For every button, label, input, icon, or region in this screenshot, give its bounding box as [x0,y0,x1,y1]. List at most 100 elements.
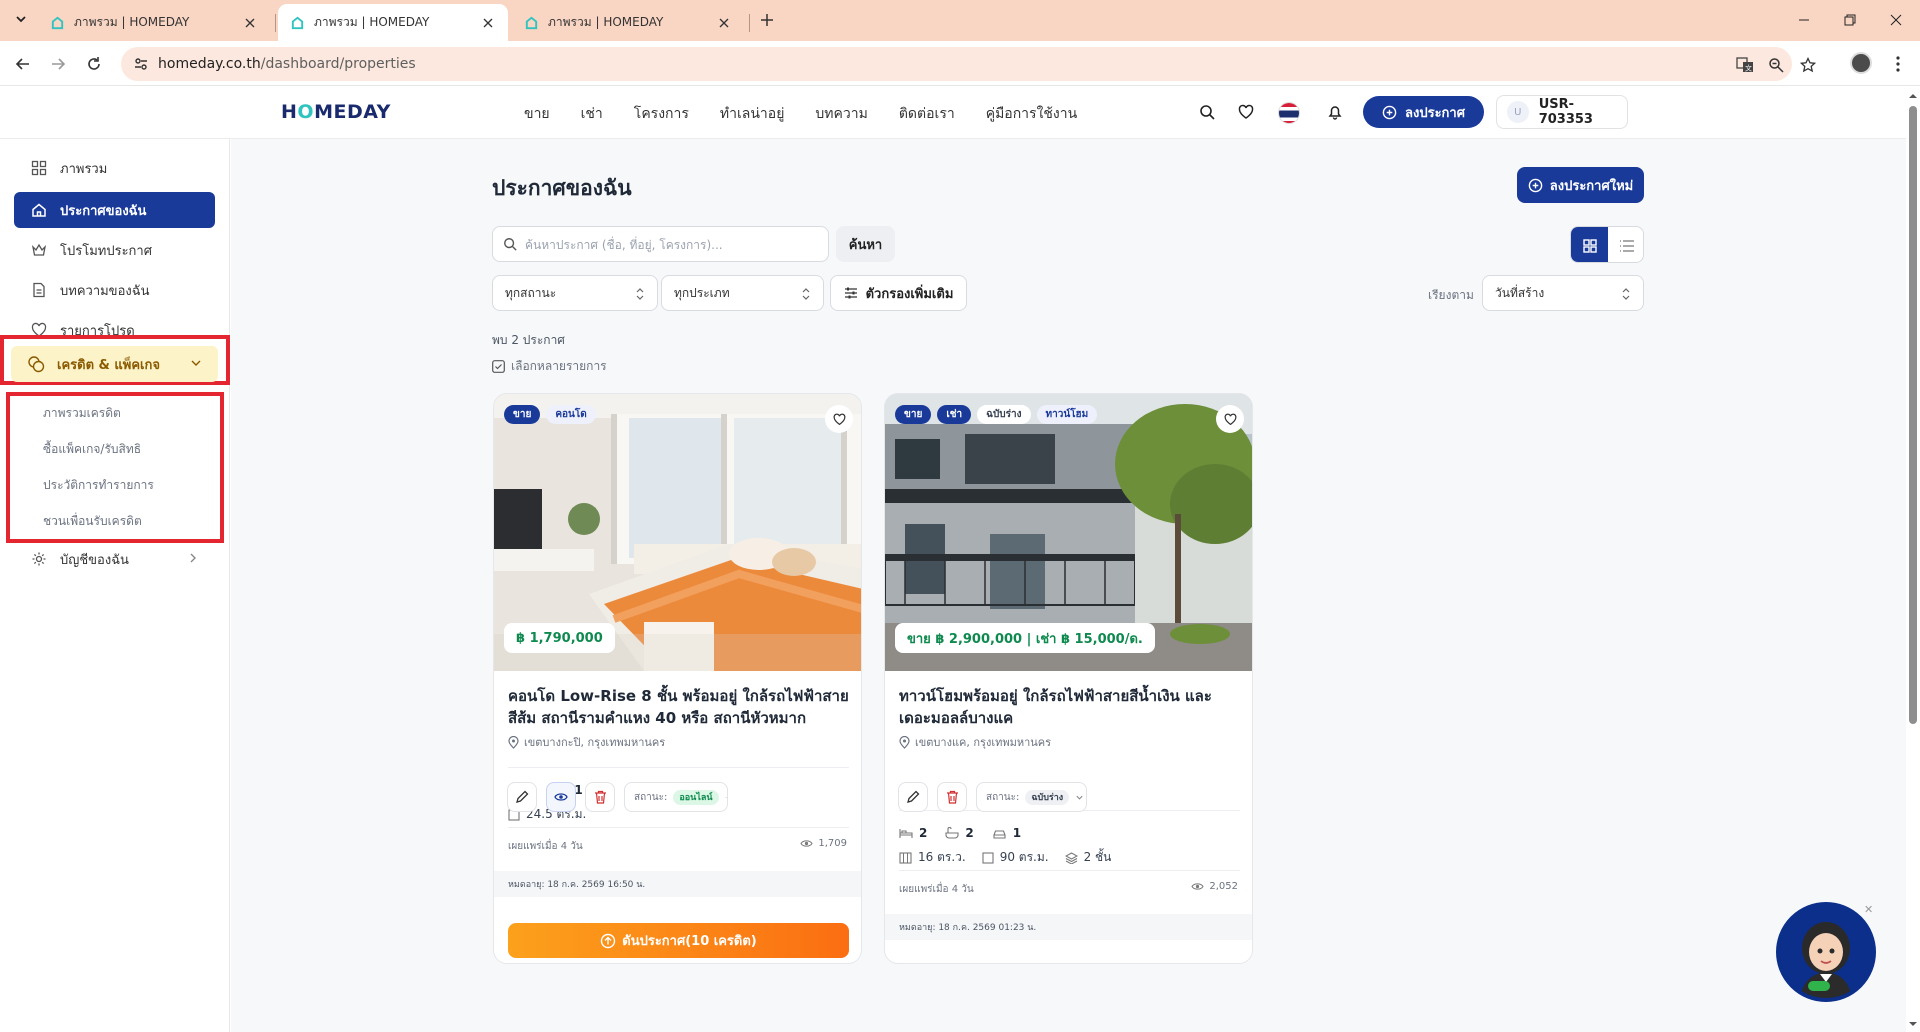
grid-view-button[interactable] [1571,227,1608,262]
credit-submenu-overview[interactable]: ภาพรวมเครดิต [43,404,121,423]
page-title: ประกาศของฉัน [492,176,632,200]
translate-icon[interactable]: 文 [1735,55,1755,75]
logo-letter-o: O [297,101,315,123]
bookmark-star-icon[interactable] [1798,55,1818,75]
nav-projects[interactable]: โครงการ [634,103,689,125]
heart-icon[interactable] [1235,101,1257,123]
document-icon [30,281,48,299]
expiry-date: หมดอายุ: 18 ก.ค. 2569 16:50 น. [494,871,861,897]
search-input[interactable] [525,234,820,256]
credit-submenu-buy-package[interactable]: ซื้อแพ็คเกจ/รับสิทธิ [43,440,141,459]
map-pin-icon [899,735,910,749]
more-filters-button[interactable]: ตัวกรองเพิ่มเติม [830,275,967,311]
restore-button[interactable] [1827,8,1873,32]
address-bar[interactable]: homeday.co.th/dashboard/properties 文 [121,47,1816,81]
tab-close-icon[interactable] [480,15,496,31]
edit-button[interactable] [507,782,537,812]
status-select[interactable]: สถานะ: ออนไลน์ [624,782,728,812]
sidebar-item-my-articles[interactable]: บทความของฉัน [14,272,215,308]
thai-flag-icon[interactable] [1278,102,1300,124]
reload-button[interactable] [81,51,107,77]
new-tab-button[interactable] [757,10,777,30]
homeday-favicon-icon [291,16,304,30]
list-view-button[interactable] [1608,227,1643,262]
svg-text:文: 文 [1745,64,1752,73]
page-scrollbar[interactable] [1906,88,1920,1032]
card-divider [508,767,849,768]
browser-menu-button[interactable] [1885,51,1911,77]
site-info-icon[interactable] [133,56,149,72]
minimize-button[interactable] [1781,8,1827,32]
chat-close-icon[interactable]: ✕ [1864,903,1873,916]
sidebar-item-my-account[interactable]: บัญชีของฉัน [14,541,215,577]
pencil-icon [907,790,920,803]
parking-count: 1 [1012,826,1022,840]
tab-search-button[interactable] [10,8,32,30]
bath-icon [945,827,959,839]
post-listing-label: ลงประกาศ [1405,105,1465,121]
status-filter-value: ทุกสถานะ [505,285,557,300]
scroll-down-icon[interactable] [1906,1018,1920,1030]
nav-guide[interactable]: คู่มือการใช้งาน [986,103,1077,125]
home-icon [30,201,48,219]
credit-submenu-invite-friends[interactable]: ชวนเพื่อนรับเครดิต [43,512,142,531]
bell-icon[interactable] [1324,101,1346,123]
chat-assistant-button[interactable] [1776,902,1876,1002]
credit-submenu-history[interactable]: ประวัติการทำรายการ [43,476,154,495]
search-icon[interactable] [1196,101,1218,123]
view-toggle [1570,226,1644,263]
forward-button[interactable] [45,51,71,77]
profile-avatar-icon[interactable] [1850,52,1872,74]
sidebar-item-credit-packages[interactable]: เครดิต & แพ็คเกจ [11,346,218,382]
multi-select-toggle[interactable]: เลือกหลายรายการ [492,357,607,376]
nav-articles[interactable]: บทความ [815,103,867,125]
edit-button[interactable] [898,782,928,812]
nav-locations[interactable]: ทำเลน่าอยู่ [720,103,785,125]
sort-select[interactable]: วันที่สร้าง [1482,275,1644,311]
type-filter-select[interactable]: ทุกประเภท [661,275,824,311]
view-count-value: 1,709 [818,838,847,849]
browser-tab-2[interactable]: ภาพรวม | HOMEDAY [278,4,508,41]
close-window-button[interactable] [1873,8,1919,32]
chevron-down-icon [724,796,727,798]
gear-icon [30,550,48,568]
new-listing-button[interactable]: ลงประกาศใหม่ [1517,167,1644,203]
scroll-up-icon[interactable] [1906,90,1920,102]
listing-photo-townhome-exterior[interactable]: ขาย เช่า ฉบับร่าง ทาวน์โฮม ขาย ฿ 2,900,0… [885,394,1252,671]
zoom-icon[interactable] [1766,55,1786,75]
search-button[interactable]: ค้นหา [836,226,895,262]
boost-listing-button[interactable]: ดันประกาศ(10 เครดิต) [508,923,849,958]
sidebar-item-overview[interactable]: ภาพรวม [14,150,215,186]
badge-condo: คอนโด [546,405,596,424]
nav-sale[interactable]: ขาย [524,103,550,125]
homeday-logo[interactable]: HOMEDAY [281,101,391,123]
favorite-button[interactable] [1216,405,1244,433]
nav-rent[interactable]: เช่า [581,103,603,125]
scrollbar-thumb[interactable] [1909,106,1917,724]
sidebar-item-promote[interactable]: โปรโมทประกาศ [14,232,215,268]
new-listing-label: ลงประกาศใหม่ [1549,178,1634,194]
nav-contact[interactable]: ติดต่อเรา [899,103,955,125]
logo-letters-meday: MEDAY [314,101,391,123]
sliders-icon [844,287,857,299]
listing-photo-condo-bedroom[interactable]: ขาย คอนโด ฿ 1,790,000 [494,394,861,671]
updown-chevron-icon [802,288,810,300]
preview-button[interactable] [546,782,576,812]
status-filter-select[interactable]: ทุกสถานะ [492,275,658,311]
user-menu[interactable]: U USR-703353 [1496,95,1628,129]
back-button[interactable] [10,51,36,77]
listing-title[interactable]: ทาวน์โฮมพร้อมอยู่ ใกล้รถไฟฟ้าสายสีน้ำเงิ… [899,685,1242,729]
badge-townhome: ทาวน์โฮม [1036,405,1098,424]
browser-tab-3[interactable]: ภาพรวม | HOMEDAY [512,4,744,41]
tab-close-icon[interactable] [716,15,732,31]
sidebar-item-my-listings[interactable]: ประกาศของฉัน [14,192,215,228]
arrow-left-icon [15,58,29,70]
status-select[interactable]: สถานะ: ฉบับร่าง [976,782,1087,812]
browser-tab-1[interactable]: ภาพรวม | HOMEDAY [38,4,270,41]
favorite-button[interactable] [825,405,853,433]
delete-button[interactable] [585,782,615,812]
tab-close-icon[interactable] [242,15,258,31]
post-listing-button[interactable]: ลงประกาศ [1363,96,1484,128]
listing-title[interactable]: คอนโด Low-Rise 8 ชั้น พร้อมอยู่ ใกล้รถไฟ… [508,685,851,729]
delete-button[interactable] [937,782,967,812]
